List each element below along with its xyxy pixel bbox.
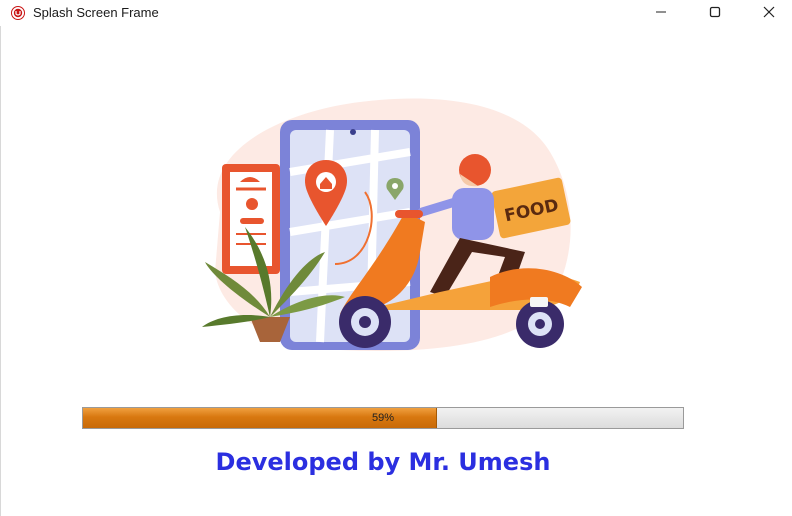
food-delivery-scooter-illustration: FOOD [202,98,582,351]
developer-credit: Developed by Mr. Umesh [215,448,551,476]
java-app-icon [11,6,25,20]
progress-percent-label: 59% [371,412,395,424]
minimize-button[interactable] [638,0,684,24]
progress-bar: 59% [82,407,684,429]
window-title: Splash Screen Frame [33,5,159,20]
title-bar[interactable]: Splash Screen Frame [0,0,792,26]
splash-window: Splash Screen Frame FOOD 59% Developed b… [0,0,792,516]
minimize-icon [656,11,666,13]
maximize-icon [709,6,721,18]
close-button[interactable] [746,0,792,24]
maximize-button[interactable] [692,0,738,24]
close-icon [763,6,775,18]
